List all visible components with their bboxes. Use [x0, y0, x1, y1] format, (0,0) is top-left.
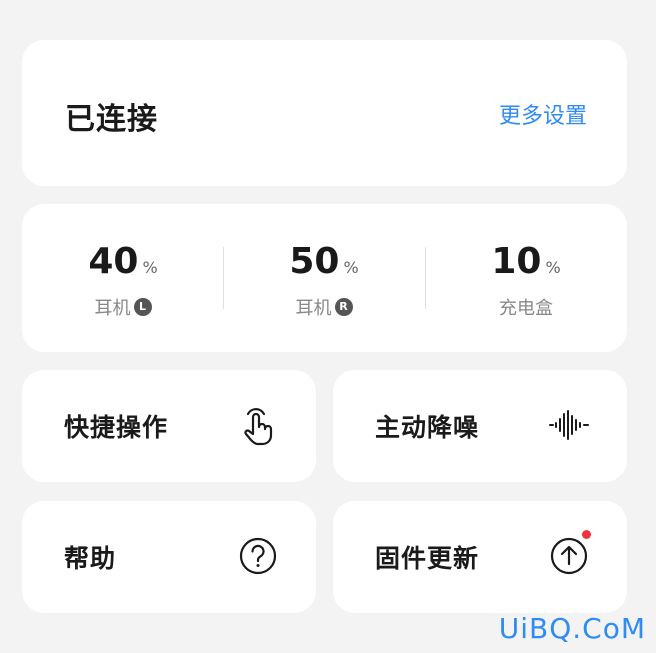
battery-unit: %	[545, 258, 561, 277]
battery-label: 耳机	[94, 298, 131, 319]
battery-label: 充电盒	[499, 298, 553, 319]
right-side-badge: R	[334, 298, 353, 316]
upload-arrow-circle-icon	[547, 530, 591, 578]
tile-label: 快捷操作	[64, 413, 169, 442]
battery-value: 10	[491, 241, 542, 282]
sound-wave-icon	[547, 403, 591, 447]
battery-value: 40	[88, 241, 139, 282]
connection-card: 已连接 更多设置	[22, 40, 627, 186]
battery-unit: %	[142, 258, 158, 277]
connection-status: 已连接	[65, 102, 158, 137]
more-settings-link[interactable]: 更多设置	[499, 98, 587, 130]
battery-label: 耳机	[295, 298, 332, 319]
battery-charging-case: 10% 充电盒	[426, 244, 626, 320]
touch-gesture-icon	[236, 403, 280, 447]
battery-unit: %	[343, 258, 359, 277]
update-available-dot	[582, 530, 591, 539]
help-tile[interactable]: 帮助	[22, 501, 316, 613]
tile-label: 固件更新	[375, 544, 480, 573]
firmware-update-tile[interactable]: 固件更新	[333, 501, 627, 613]
watermark: UiBQ.CoM	[498, 612, 646, 645]
question-circle-icon	[236, 534, 280, 578]
battery-card: 40% 耳机 L 50% 耳机 R 10% 充电盒	[22, 204, 627, 352]
battery-right-earbud: 50% 耳机 R	[224, 244, 424, 320]
quick-actions-tile[interactable]: 快捷操作	[22, 370, 316, 482]
battery-value: 50	[289, 241, 340, 282]
tile-label: 主动降噪	[375, 413, 480, 442]
battery-left-earbud: 40% 耳机 L	[23, 244, 223, 320]
left-side-badge: L	[133, 298, 152, 316]
tile-label: 帮助	[64, 544, 117, 573]
noise-cancel-tile[interactable]: 主动降噪	[333, 370, 627, 482]
